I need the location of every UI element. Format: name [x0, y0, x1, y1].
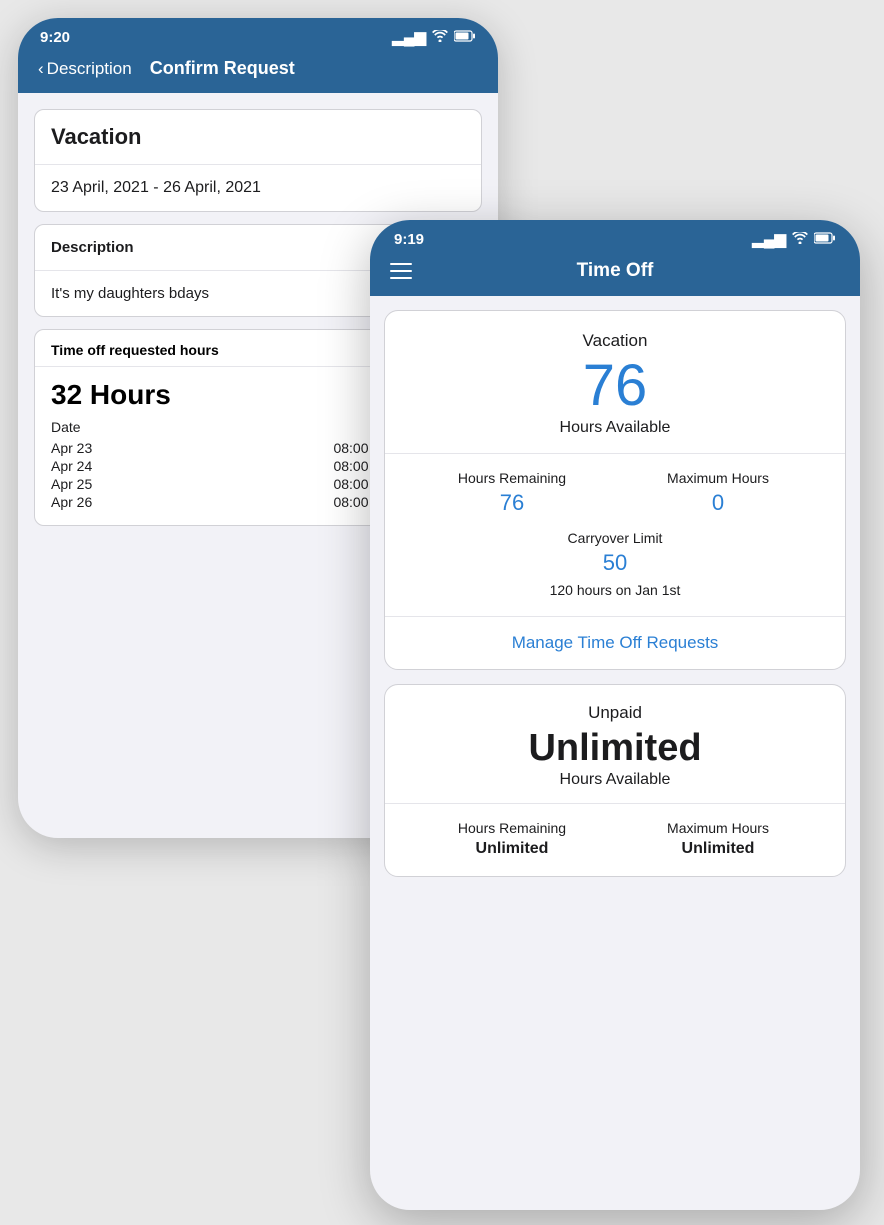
vacation-title: Vacation	[35, 110, 481, 165]
wifi-icon	[432, 29, 448, 46]
description-header: Description	[51, 239, 134, 256]
max-hours-label: Maximum Hours	[615, 470, 821, 486]
hamburger-menu[interactable]	[390, 263, 412, 279]
back-button-label: Description	[47, 59, 132, 79]
carryover-sub: 120 hours on Jan 1st	[409, 582, 821, 598]
unpaid-stats-row: Hours Remaining Unlimited Maximum Hours …	[409, 820, 821, 858]
unpaid-max-hours-value: Unlimited	[615, 840, 821, 858]
hamburger-line	[390, 277, 412, 279]
unpaid-hours-remaining-value: Unlimited	[409, 840, 615, 858]
vacation-info-card: Vacation 23 April, 2021 - 26 April, 2021	[34, 109, 482, 212]
time-off-phone: 9:19 ▂▄▆ Time Off	[370, 220, 860, 1210]
carryover-value: 50	[409, 550, 821, 576]
front-nav-title: Time Off	[577, 260, 654, 282]
back-time: 9:20	[40, 29, 70, 46]
unpaid-hours-remaining-stat: Hours Remaining Unlimited	[409, 820, 615, 858]
date-column-header: Date	[51, 419, 81, 435]
unpaid-hours-remaining-label: Hours Remaining	[409, 820, 615, 836]
back-chevron-icon: ‹	[38, 59, 44, 79]
vacation-card: Vacation 76 Hours Available Hours Remain…	[384, 310, 846, 670]
hamburger-line	[390, 270, 412, 272]
carryover-section: Carryover Limit 50 120 hours on Jan 1st	[409, 530, 821, 598]
unpaid-card: Unpaid Unlimited Hours Available Hours R…	[384, 684, 846, 877]
manage-time-off-section[interactable]: Manage Time Off Requests	[385, 617, 845, 669]
signal-icon: ▂▄▆	[752, 230, 786, 248]
back-button[interactable]: ‹ Description	[38, 59, 132, 79]
back-nav-bar: ‹ Description Confirm Request	[18, 52, 498, 93]
max-hours-value: 0	[615, 490, 821, 516]
back-status-bar: 9:20 ▂▄▆	[18, 18, 498, 52]
vacation-middle-section: Hours Remaining 76 Maximum Hours 0 Carry…	[385, 454, 845, 617]
row-date: Apr 26	[51, 494, 131, 510]
stats-row: Hours Remaining 76 Maximum Hours 0	[409, 470, 821, 516]
back-status-icons: ▂▄▆	[392, 28, 476, 46]
unpaid-hours-available-label: Hours Available	[405, 771, 825, 789]
battery-icon	[454, 29, 476, 46]
max-hours-stat: Maximum Hours 0	[615, 470, 821, 516]
row-date: Apr 23	[51, 440, 131, 456]
hours-remaining-stat: Hours Remaining 76	[409, 470, 615, 516]
vacation-type-label: Vacation	[405, 331, 825, 351]
unpaid-hours-big: Unlimited	[405, 729, 825, 767]
unpaid-top-section: Unpaid Unlimited Hours Available	[385, 685, 845, 804]
hamburger-line	[390, 263, 412, 265]
hours-remaining-value: 76	[409, 490, 615, 516]
manage-time-off-link[interactable]: Manage Time Off Requests	[512, 633, 719, 652]
vacation-hours-big: 76	[405, 357, 825, 415]
front-status-bar: 9:19 ▂▄▆	[370, 220, 860, 254]
vacation-hours-available-label: Hours Available	[405, 419, 825, 437]
back-nav-title: Confirm Request	[150, 58, 295, 79]
carryover-label: Carryover Limit	[409, 530, 821, 546]
front-content: Vacation 76 Hours Available Hours Remain…	[370, 296, 860, 891]
front-status-icons: ▂▄▆	[752, 230, 836, 248]
row-date: Apr 25	[51, 476, 131, 492]
unpaid-max-hours-stat: Maximum Hours Unlimited	[615, 820, 821, 858]
row-date: Apr 24	[51, 458, 131, 474]
date-range: 23 April, 2021 - 26 April, 2021	[35, 165, 481, 211]
unpaid-type-label: Unpaid	[405, 703, 825, 723]
vacation-top-section: Vacation 76 Hours Available	[385, 311, 845, 454]
wifi-icon	[792, 231, 808, 248]
unpaid-max-hours-label: Maximum Hours	[615, 820, 821, 836]
hours-remaining-label: Hours Remaining	[409, 470, 615, 486]
front-time: 9:19	[394, 231, 424, 248]
battery-icon	[814, 231, 836, 248]
front-nav-bar: Time Off	[370, 254, 860, 296]
unpaid-bottom-section: Hours Remaining Unlimited Maximum Hours …	[385, 804, 845, 876]
signal-icon: ▂▄▆	[392, 28, 426, 46]
